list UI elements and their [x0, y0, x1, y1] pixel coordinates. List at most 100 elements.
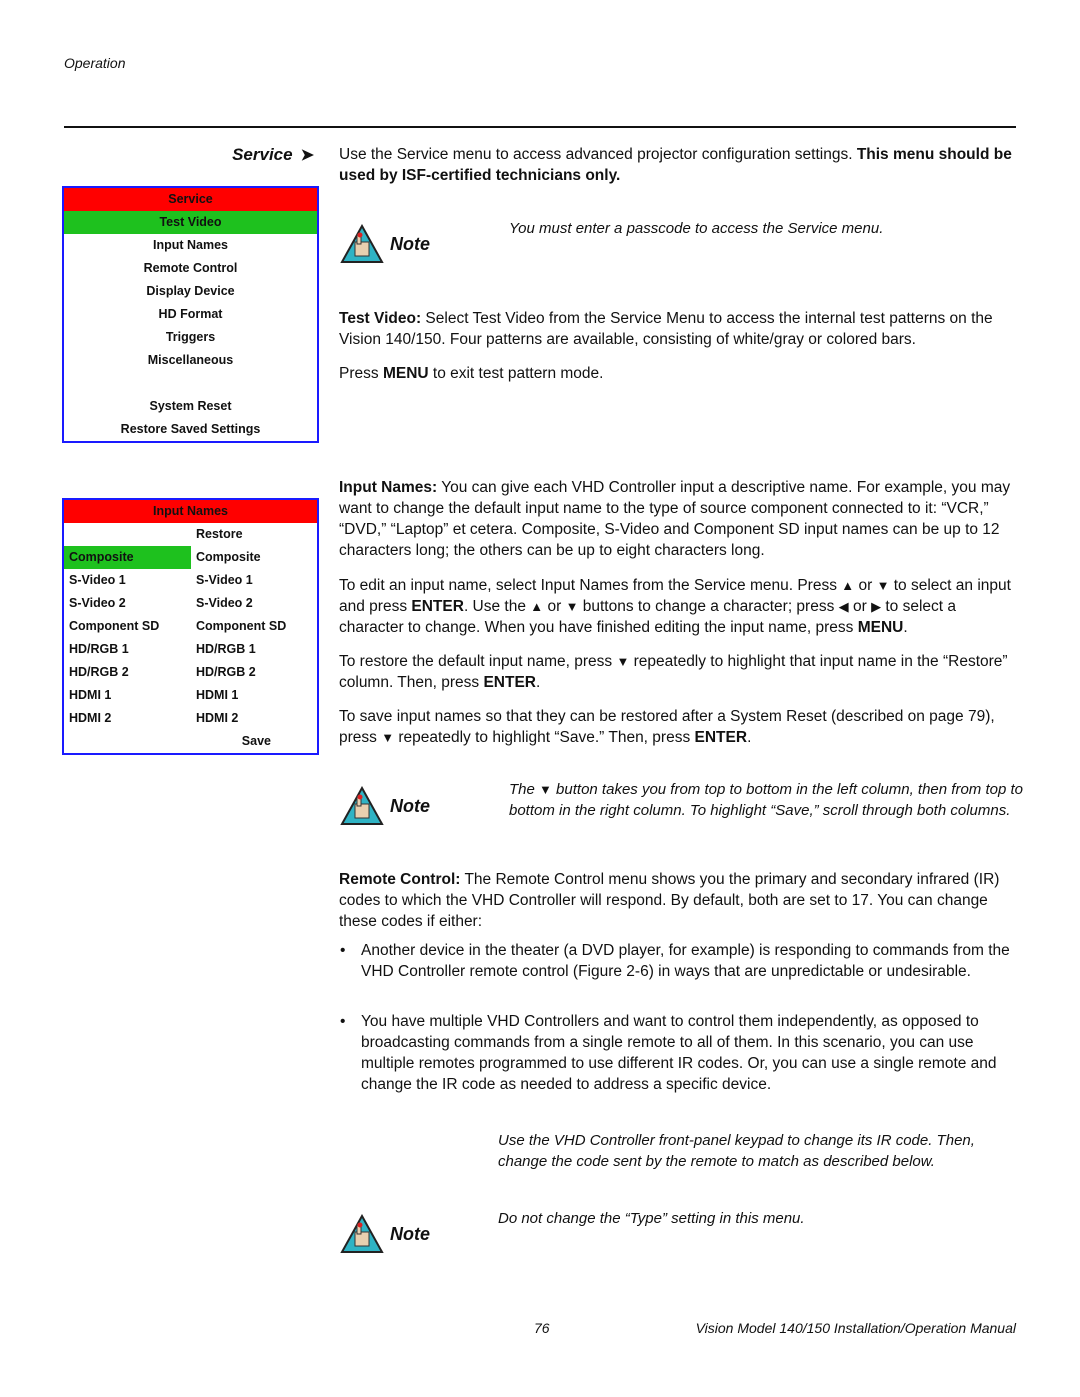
- right-arrow-icon: ▶: [871, 599, 882, 614]
- text-run: or: [848, 598, 872, 615]
- text-run: To restore the default input name, press: [339, 653, 617, 670]
- footer-title: Vision Model 140/150 Installation/Operat…: [695, 1320, 1016, 1336]
- input-name-left[interactable]: HDMI 1: [64, 684, 191, 707]
- down-arrow-icon: ▼: [876, 578, 890, 593]
- left-column-header-empty: [64, 523, 191, 546]
- note-text-1: You must enter a passcode to access the …: [509, 220, 884, 237]
- arrowhead-right-icon: ➤: [300, 147, 314, 164]
- page-number: 76: [534, 1320, 550, 1336]
- text-run: . Use the: [463, 598, 531, 615]
- enter-key-label: ENTER: [411, 598, 464, 615]
- menu-item-hd-format[interactable]: HD Format: [64, 303, 317, 326]
- running-head: Operation: [64, 55, 126, 71]
- text-run: To edit an input name, select Input Name…: [339, 577, 842, 594]
- note-label: Note: [390, 795, 430, 816]
- test-video-paragraph: Test Video: Select Test Video from the S…: [339, 308, 1019, 350]
- input-name-restore[interactable]: S-Video 2: [191, 592, 317, 615]
- input-names-grid: Restore Composite Composite S-Video 1 S-Vid…: [64, 523, 317, 730]
- menu-item-triggers[interactable]: Triggers: [64, 326, 317, 349]
- input-names-text: You can give each VHD Controller input a…: [339, 479, 1011, 559]
- note-hand-icon: [340, 224, 384, 263]
- header-rule: [64, 126, 1016, 128]
- note-badge-2: Note: [340, 786, 430, 826]
- input-name-restore[interactable]: S-Video 1: [191, 569, 317, 592]
- menu-item-remote-control[interactable]: Remote Control: [64, 257, 317, 280]
- test-video-label: Test Video:: [339, 310, 422, 327]
- test-video-exit-paragraph: Press MENU to exit test pattern mode.: [339, 363, 1019, 384]
- input-name-left[interactable]: Component SD: [64, 615, 191, 638]
- input-name-restore[interactable]: HDMI 1: [191, 684, 317, 707]
- note-text-4: Do not change the “Type” setting in this…: [498, 1210, 805, 1227]
- note-badge-3: Note: [340, 1214, 430, 1254]
- input-names-menu-title: Input Names: [64, 500, 317, 523]
- menu-item-system-reset[interactable]: System Reset: [64, 395, 317, 418]
- input-name-left[interactable]: Composite: [64, 546, 191, 569]
- left-arrow-icon: ◀: [838, 599, 849, 614]
- bullet-item-2: • You have multiple VHD Controllers and w…: [339, 1011, 1019, 1095]
- remote-control-label: Remote Control:: [339, 871, 461, 888]
- note-hand-icon: [340, 786, 384, 825]
- menu-item-input-names[interactable]: Input Names: [64, 234, 317, 257]
- input-name-left[interactable]: S-Video 1: [64, 569, 191, 592]
- bullet-text: You have multiple VHD Controllers and wa…: [361, 1013, 997, 1093]
- input-name-left[interactable]: HDMI 2: [64, 707, 191, 730]
- service-menu: Service Test Video Input Names Remote Co…: [62, 186, 319, 443]
- text-run: repeatedly to highlight “Save.” Then, pr…: [394, 729, 695, 746]
- intro-text: Use the Service menu to access advanced …: [339, 146, 857, 163]
- up-arrow-icon: ▲: [530, 599, 544, 614]
- input-name-left[interactable]: HD/RGB 2: [64, 661, 191, 684]
- input-name-restore[interactable]: HD/RGB 2: [191, 661, 317, 684]
- input-names-menu: Input Names Restore Composite Composite S-…: [62, 498, 319, 755]
- menu-key-label: MENU: [857, 619, 904, 636]
- input-name-left[interactable]: S-Video 2: [64, 592, 191, 615]
- text-run: Press: [339, 365, 383, 382]
- input-name-restore[interactable]: HDMI 2: [191, 707, 317, 730]
- input-names-label: Input Names:: [339, 479, 438, 496]
- menu-spacer: [64, 372, 317, 395]
- input-name-restore[interactable]: HD/RGB 1: [191, 638, 317, 661]
- note-label: Note: [390, 1223, 430, 1244]
- input-name-left[interactable]: HD/RGB 1: [64, 638, 191, 661]
- section-label-text: Service: [232, 145, 293, 164]
- text-run: to exit test pattern mode.: [428, 365, 604, 382]
- menu-item-test-video[interactable]: Test Video: [64, 211, 317, 234]
- text-run: .: [536, 674, 541, 691]
- test-video-text: Select Test Video from the Service Menu …: [339, 310, 993, 348]
- restore-column-header: Restore: [196, 527, 243, 541]
- enter-key-label: ENTER: [483, 674, 536, 691]
- input-name-restore[interactable]: Composite: [191, 546, 317, 569]
- text-run: or: [543, 598, 566, 615]
- input-names-paragraph: Input Names: You can give each VHD Contr…: [339, 477, 1019, 561]
- down-arrow-icon: ▼: [381, 730, 395, 745]
- text-run: button takes you from top to bottom in t…: [509, 781, 1023, 819]
- note-hand-icon: [340, 1214, 384, 1253]
- down-arrow-icon: ▼: [539, 782, 552, 797]
- up-arrow-icon: ▲: [841, 578, 855, 593]
- save-paragraph: To save input names so that they can be …: [339, 706, 1019, 748]
- down-arrow-icon: ▼: [616, 654, 630, 669]
- bullet-text: Another device in the theater (a DVD pla…: [361, 942, 1010, 980]
- note-text-3: Use the VHD Controller front-panel keypa…: [498, 1132, 975, 1170]
- menu-item-restore-saved-settings[interactable]: Restore Saved Settings: [64, 418, 317, 441]
- restore-paragraph: To restore the default input name, press…: [339, 651, 1019, 693]
- note-label: Note: [390, 233, 430, 254]
- remote-control-paragraph: Remote Control: The Remote Control menu …: [339, 869, 1019, 932]
- edit-input-paragraph: To edit an input name, select Input Name…: [339, 575, 1019, 638]
- save-button[interactable]: Save: [64, 730, 317, 753]
- text-run: .: [747, 729, 752, 746]
- menu-key-label: MENU: [382, 365, 429, 382]
- input-name-restore[interactable]: Component SD: [191, 615, 317, 638]
- menu-item-miscellaneous[interactable]: Miscellaneous: [64, 349, 317, 372]
- note-badge-1: Note: [340, 224, 430, 264]
- text-run: The: [509, 781, 540, 798]
- bullet-icon: •: [340, 942, 346, 959]
- enter-key-label: ENTER: [694, 729, 748, 746]
- down-arrow-icon: ▼: [565, 599, 579, 614]
- text-run: or: [854, 577, 877, 594]
- service-menu-title: Service: [64, 188, 317, 211]
- section-label: Service ➤: [232, 145, 314, 165]
- text-run: buttons to change a character; press: [578, 598, 839, 615]
- text-run: .: [903, 619, 908, 636]
- note-text-2: The ▼ button takes you from top to botto…: [509, 779, 1024, 821]
- menu-item-display-device[interactable]: Display Device: [64, 280, 317, 303]
